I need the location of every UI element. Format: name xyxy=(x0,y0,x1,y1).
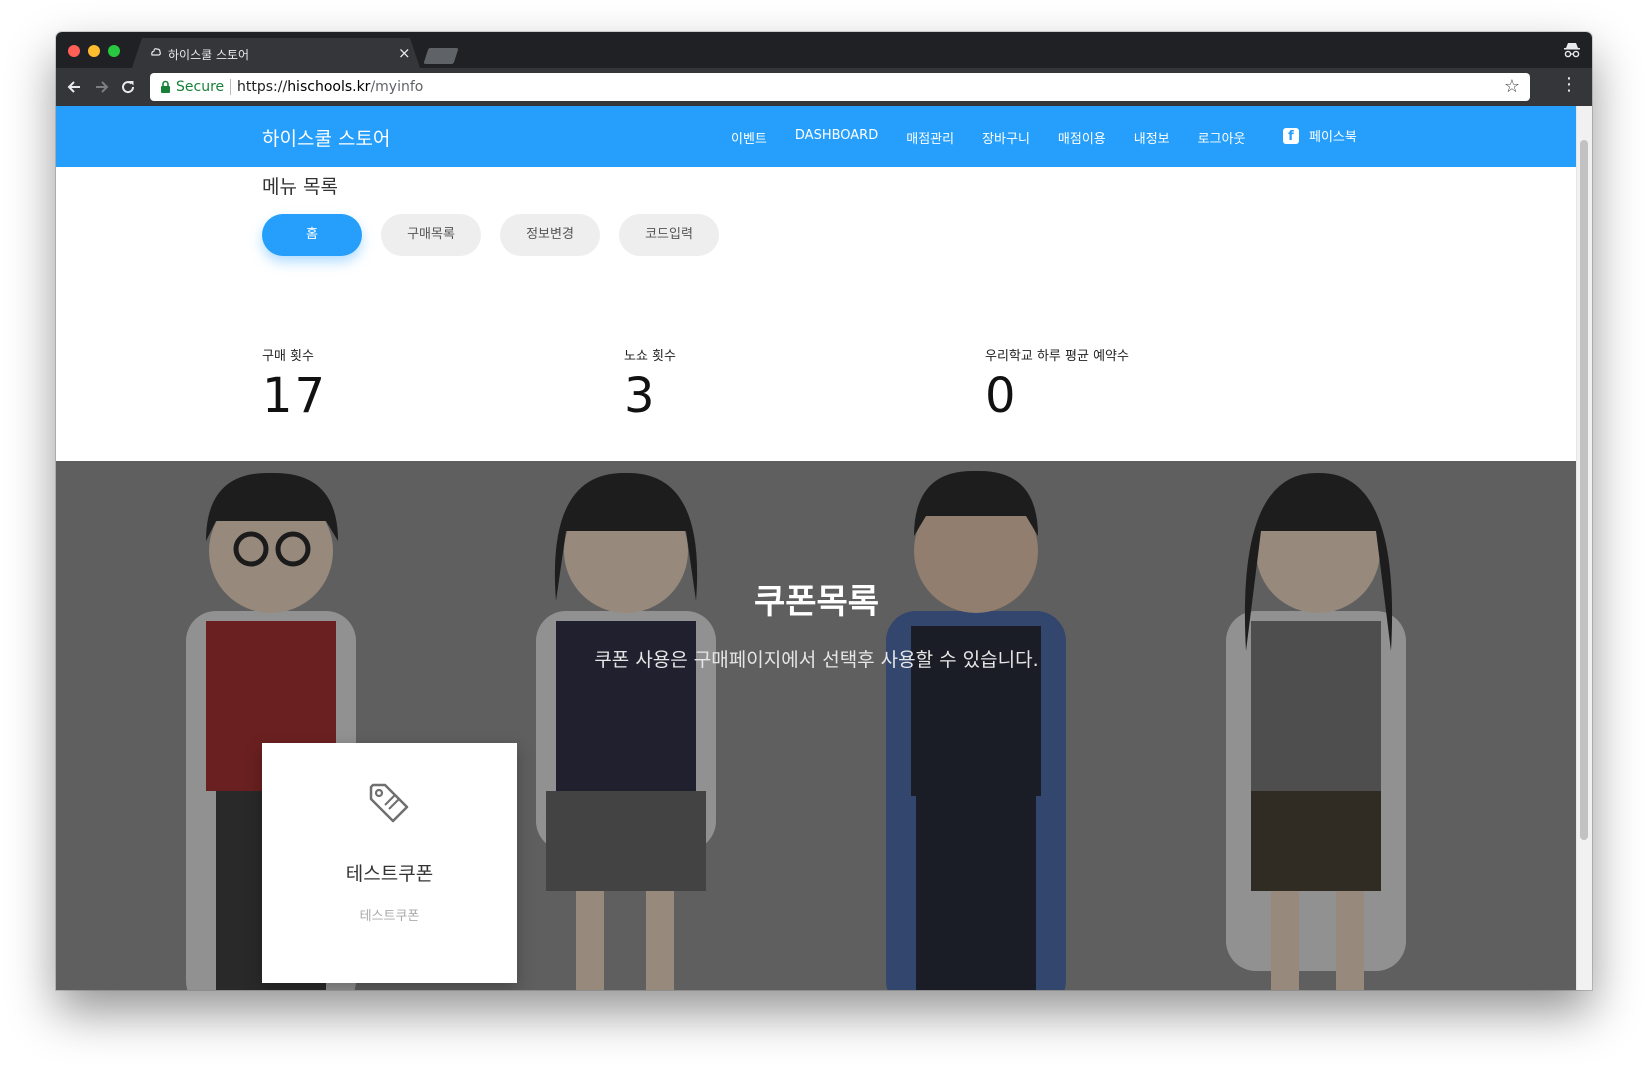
bookmark-star-icon[interactable]: ☆ xyxy=(1504,76,1520,97)
url-path: /myinfo xyxy=(370,79,424,95)
stat-label: 구매 횟수 xyxy=(262,349,314,364)
page-viewport: 하이스쿨 스토어 이벤트 DASHBOARD 매점관리 장바구니 매점이용 내정… xyxy=(56,106,1592,990)
coupon-section-subtitle: 쿠폰 사용은 구매페이지에서 선택후 사용할 수 있습니다. xyxy=(594,649,1039,671)
stat-label: 우리학교 하루 평균 예약수 xyxy=(985,349,1129,364)
url-text[interactable]: https://hischools.kr/myinfo xyxy=(237,79,423,95)
nav-links: 이벤트 DASHBOARD 매점관리 장바구니 매점이용 내정보 로그아웃 xyxy=(731,128,1274,147)
lock-icon xyxy=(161,80,170,93)
coupon-hero: 쿠폰목록 쿠폰 사용은 구매페이지에서 선택후 사용할 수 있습니다. 테스트쿠… xyxy=(56,461,1577,990)
new-tab-button[interactable] xyxy=(423,48,459,64)
nav-link-event[interactable]: 이벤트 xyxy=(731,128,767,147)
stat-daily-avg-reservations: 우리학교 하루 평균 예약수 0 xyxy=(985,345,1129,420)
zoom-window-button[interactable] xyxy=(108,45,120,57)
tab-strip: 하이스쿨 스토어 × xyxy=(56,32,1592,68)
nav-link-dashboard[interactable]: DASHBOARD xyxy=(795,128,878,147)
scrollbar-thumb[interactable] xyxy=(1580,140,1588,840)
coupon-card[interactable]: 테스트쿠폰 테스트쿠폰 xyxy=(262,743,517,983)
menu-pill-home[interactable]: 홈 xyxy=(262,214,362,256)
stat-noshow-count: 노쇼 횟수 3 xyxy=(624,345,676,420)
tab-title: 하이스쿨 스토어 xyxy=(168,48,250,62)
coupon-name: 테스트쿠폰 xyxy=(345,863,434,885)
url-host: hischools.kr xyxy=(287,79,371,95)
minimize-window-button[interactable] xyxy=(88,45,100,57)
menu-title: 메뉴 목록 xyxy=(262,176,338,198)
coupon-section-title: 쿠폰목록 xyxy=(753,582,880,622)
reload-icon[interactable] xyxy=(118,77,138,97)
browser-menu-icon[interactable]: ⋮ xyxy=(1560,74,1578,95)
nav-link-myinfo[interactable]: 내정보 xyxy=(1134,128,1170,147)
tag-icon xyxy=(369,783,409,823)
site-brand[interactable]: 하이스쿨 스토어 xyxy=(262,124,390,151)
nav-link-logout[interactable]: 로그아웃 xyxy=(1198,128,1246,147)
nav-link-facebook[interactable]: f 페이스북 xyxy=(1283,126,1357,145)
stat-value: 17 xyxy=(262,368,328,424)
address-bar[interactable]: Secure https://hischools.kr/myinfo ☆ xyxy=(150,73,1530,101)
url-scheme: https:// xyxy=(237,79,288,95)
forward-arrow-icon[interactable] xyxy=(92,77,112,97)
browser-window: 하이스쿨 스토어 × Secure https://hischools.kr/m… xyxy=(56,32,1592,990)
stat-label: 노쇼 횟수 xyxy=(624,349,676,364)
scrollbar-track[interactable] xyxy=(1576,106,1592,990)
nav-link-store-admin[interactable]: 매점관리 xyxy=(906,128,954,147)
stat-purchase-count: 구매 횟수 17 xyxy=(262,345,327,420)
facebook-icon: f xyxy=(1283,127,1299,144)
address-separator xyxy=(230,79,231,95)
facebook-label: 페이스북 xyxy=(1309,130,1357,145)
menu-pill-enter-code[interactable]: 코드입력 xyxy=(619,214,719,256)
menu-pill-purchases[interactable]: 구매목록 xyxy=(381,214,481,256)
stat-value: 0 xyxy=(985,368,1018,424)
incognito-icon xyxy=(1564,43,1580,58)
nav-link-cart[interactable]: 장바구니 xyxy=(982,128,1030,147)
menu-pill-edit-info[interactable]: 정보변경 xyxy=(500,214,600,256)
nav-link-store-use[interactable]: 매점이용 xyxy=(1058,128,1106,147)
back-arrow-icon[interactable] xyxy=(64,77,84,97)
close-window-button[interactable] xyxy=(68,45,80,57)
browser-toolbar: Secure https://hischools.kr/myinfo ☆ ⋮ xyxy=(56,68,1592,106)
stat-value: 3 xyxy=(624,368,657,424)
coupon-description: 테스트쿠폰 xyxy=(359,909,420,924)
tab-close-icon[interactable]: × xyxy=(398,44,411,62)
site-navbar: 하이스쿨 스토어 이벤트 DASHBOARD 매점관리 장바구니 매점이용 내정… xyxy=(56,106,1577,167)
menu-pills: 홈 구매목록 정보변경 코드입력 xyxy=(262,214,738,256)
page-favicon-icon xyxy=(151,48,161,56)
secure-label: Secure xyxy=(176,79,225,95)
tab-active[interactable]: 하이스쿨 스토어 × xyxy=(132,38,420,68)
